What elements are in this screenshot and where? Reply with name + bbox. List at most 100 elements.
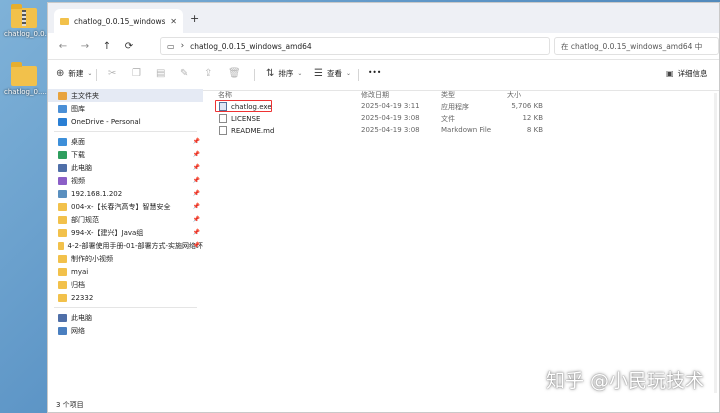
- folder-icon: [58, 313, 67, 322]
- desktop-icon-label: chatlog_0....: [4, 88, 47, 96]
- sidebar-item[interactable]: myai: [48, 265, 203, 278]
- address-row: ← → ↑ ⟳ ▭ › chatlog_0.0.15_windows_amd64…: [48, 33, 719, 60]
- column-date[interactable]: 修改日期: [361, 90, 389, 100]
- sidebar-item[interactable]: 桌面 📌: [48, 135, 203, 148]
- file-type: 应用程序: [441, 103, 469, 111]
- sidebar-item[interactable]: OneDrive - Personal: [48, 115, 203, 128]
- rename-button[interactable]: ✎: [180, 68, 188, 79]
- sidebar-item[interactable]: 下载 📌: [48, 148, 203, 161]
- pin-icon[interactable]: 📌: [193, 216, 200, 223]
- view-label: 查看: [326, 69, 342, 78]
- sidebar-item[interactable]: 视频 📌: [48, 174, 203, 187]
- folder-icon: [58, 267, 67, 276]
- sidebar-item-label: 此电脑: [71, 313, 92, 322]
- zip-folder-icon: [11, 4, 37, 28]
- sidebar-item-label: 主文件夹: [71, 91, 99, 100]
- pin-icon[interactable]: 📌: [193, 203, 200, 210]
- column-type[interactable]: 类型: [441, 90, 455, 100]
- cut-button[interactable]: ✂: [108, 68, 116, 79]
- sidebar-item-label: 部门规范: [71, 215, 99, 224]
- search-input[interactable]: 在 chatlog_0.0.15_windows_amd64 中: [554, 37, 719, 55]
- copy-icon: ❐: [132, 68, 141, 79]
- refresh-icon[interactable]: ⟳: [118, 41, 140, 52]
- desktop-icon-zip[interactable]: chatlog_0.0...: [4, 4, 51, 38]
- column-size[interactable]: 大小: [507, 90, 521, 100]
- chevron-down-icon: ⌄: [345, 70, 351, 77]
- sidebar-item-label: 网络: [71, 326, 85, 335]
- copy-button[interactable]: ❐: [132, 68, 141, 79]
- tab-bar: chatlog_0.0.15_windows_amd64 ✕ +: [48, 3, 719, 33]
- sidebar-item-label: 图库: [71, 104, 85, 113]
- folder-icon: [58, 189, 67, 198]
- pin-icon[interactable]: 📌: [193, 151, 200, 158]
- pin-icon[interactable]: 📌: [193, 164, 200, 171]
- sidebar-item[interactable]: 归档: [48, 278, 203, 291]
- desktop-icon-folder[interactable]: chatlog_0....: [4, 62, 47, 96]
- share-icon: ⇪: [204, 68, 213, 79]
- selection-highlight: [215, 100, 272, 112]
- details-button[interactable]: ▣ 详细信息: [666, 68, 708, 79]
- details-pane-icon: ▣: [666, 69, 674, 78]
- folder-icon: [58, 137, 67, 146]
- sidebar-item-label: 4-2-部署使用手册-01-部署方式-实施网络环: [67, 241, 203, 250]
- address-bar[interactable]: ▭ › chatlog_0.0.15_windows_amd64: [160, 37, 550, 55]
- sidebar-item[interactable]: 网络: [48, 324, 203, 337]
- scrollbar[interactable]: [714, 93, 717, 393]
- view-icon: ☰: [314, 68, 323, 79]
- pin-icon[interactable]: 📌: [193, 242, 200, 249]
- column-name[interactable]: 名称: [218, 90, 232, 100]
- sidebar-item-label: 192.168.1.202: [71, 189, 123, 198]
- sidebar-item[interactable]: 此电脑 📌: [48, 161, 203, 174]
- sidebar-item[interactable]: 图库: [48, 102, 203, 115]
- pin-icon[interactable]: 📌: [193, 138, 200, 145]
- folder-icon: [58, 215, 67, 224]
- navigation-pane: 主文件夹 图库 OneDrive - Personal 桌面 📌 下载 📌 此电脑 📌 视频 📌 19…: [48, 89, 203, 398]
- chevron-down-icon: ⌄: [87, 70, 93, 77]
- item-count: 3 个项目: [56, 401, 84, 409]
- file-row[interactable]: README.md 2025-04-19 3:08 Markdown File 8 K…: [206, 125, 719, 137]
- up-icon[interactable]: ↑: [96, 41, 118, 52]
- more-icon: •••: [368, 68, 382, 77]
- back-icon[interactable]: ←: [52, 41, 74, 52]
- file-type: Markdown File: [441, 126, 492, 134]
- plus-icon: ⊕: [56, 68, 65, 79]
- forward-icon[interactable]: →: [74, 41, 96, 52]
- sidebar-item-label: 视频: [71, 176, 85, 185]
- sidebar-item-label: 994-X-【建兴】Java组: [71, 228, 144, 237]
- delete-button[interactable]: 🗑: [228, 68, 241, 79]
- new-button[interactable]: ⊕ 新建 ⌄: [56, 68, 92, 79]
- close-icon[interactable]: ✕: [170, 17, 177, 26]
- pin-icon[interactable]: 📌: [193, 229, 200, 236]
- sidebar-item[interactable]: 994-X-【建兴】Java组 📌: [48, 226, 203, 239]
- sidebar-item[interactable]: 004-x-【长春汽高专】智慧安全 📌: [48, 200, 203, 213]
- tab-folder[interactable]: chatlog_0.0.15_windows_amd64 ✕: [54, 9, 183, 33]
- folder-icon: [58, 104, 67, 113]
- file-name: LICENSE: [231, 114, 261, 123]
- divider: [54, 131, 197, 132]
- sidebar-item[interactable]: 4-2-部署使用手册-01-部署方式-实施网络环 📌: [48, 239, 203, 252]
- sidebar-item[interactable]: 192.168.1.202 📌: [48, 187, 203, 200]
- scissors-icon: ✂: [108, 68, 117, 79]
- new-tab-button[interactable]: +: [190, 12, 199, 25]
- chevron-right-icon: ›: [180, 41, 185, 51]
- paste-button[interactable]: ▤: [156, 68, 165, 79]
- view-button[interactable]: ☰ 查看 ⌄: [314, 68, 351, 79]
- column-headers: 名称 修改日期 类型 大小: [206, 89, 719, 101]
- folder-icon: [58, 91, 67, 100]
- sidebar-item[interactable]: 部门规范 📌: [48, 213, 203, 226]
- file-date: 2025-04-19 3:08: [361, 114, 420, 122]
- share-button[interactable]: ⇪: [204, 68, 212, 79]
- sidebar-item[interactable]: 制作的小视频: [48, 252, 203, 265]
- pin-icon[interactable]: 📌: [193, 190, 200, 197]
- file-row[interactable]: chatlog.exe 2025-04-19 3:11 应用程序 5,706 KB: [206, 101, 719, 113]
- more-button[interactable]: •••: [368, 68, 381, 77]
- pin-icon[interactable]: 📌: [193, 177, 200, 184]
- sidebar-item-label: 归档: [71, 280, 85, 289]
- file-list: 名称 修改日期 类型 大小 chatlog.exe 2025-04-19 3:11…: [206, 89, 719, 398]
- sidebar-item[interactable]: 主文件夹: [48, 89, 203, 102]
- sidebar-item[interactable]: 22332: [48, 291, 203, 304]
- sort-label: 排序: [278, 69, 294, 78]
- sort-button[interactable]: ⇅ 排序 ⌄: [266, 68, 302, 79]
- file-row[interactable]: LICENSE 2025-04-19 3:08 文件 12 KB: [206, 113, 719, 125]
- sidebar-item[interactable]: 此电脑: [48, 311, 203, 324]
